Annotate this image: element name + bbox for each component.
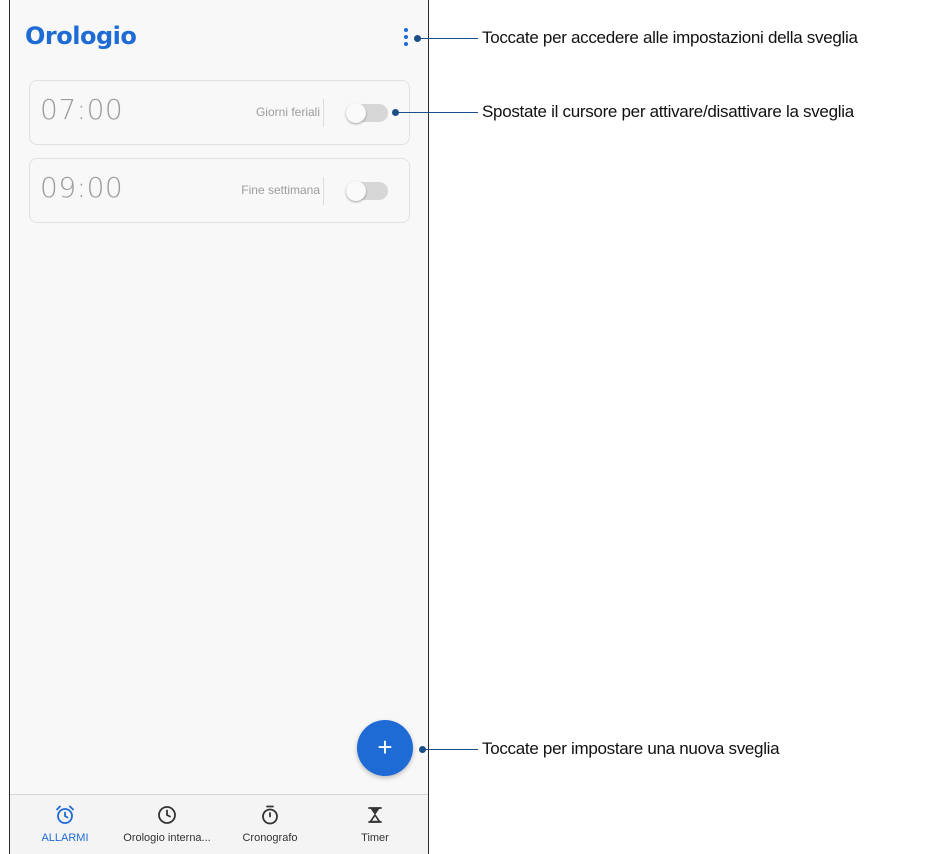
callout-new-alarm-text: Toccate per impostare una nuova sveglia: [482, 739, 780, 758]
alarm-toggle[interactable]: [346, 103, 388, 123]
callout-settings-text: Toccate per accedere alle impostazioni d…: [482, 28, 858, 47]
alarm-card[interactable]: 09:00 Fine settimana: [29, 158, 410, 223]
tab-stopwatch[interactable]: Cronografo: [220, 795, 320, 853]
toggle-thumb: [346, 103, 366, 123]
alarm-time: 09:00: [40, 171, 124, 204]
alarm-divider: [323, 99, 324, 127]
callout-line: [418, 38, 478, 39]
app-title: Orologio: [25, 22, 137, 50]
alarm-time: 07:00: [40, 93, 124, 126]
hourglass-icon: [363, 803, 387, 827]
bottom-navigation: ALLARMI Orologio interna... Cronografo T…: [10, 794, 428, 854]
tab-world-clock[interactable]: Orologio interna...: [117, 795, 217, 853]
tab-alarms[interactable]: ALLARMI: [15, 795, 115, 853]
alarm-card[interactable]: 07:00 Giorni feriali: [29, 80, 410, 145]
tab-timer[interactable]: Timer: [325, 795, 425, 853]
callout-line: [423, 749, 478, 750]
tab-label: Cronografo: [242, 832, 298, 844]
callout-toggle-text: Spostate il cursore per attivare/disatti…: [482, 102, 854, 121]
stopwatch-icon: [258, 803, 282, 827]
tab-label: Orologio interna...: [123, 832, 211, 844]
alarm-toggle[interactable]: [346, 181, 388, 201]
add-alarm-button[interactable]: +: [357, 720, 413, 776]
alarm-repeat-days: Fine settimana: [241, 183, 320, 197]
callout-line: [396, 112, 478, 113]
alarm-repeat-days: Giorni feriali: [255, 105, 320, 119]
tab-label: ALLARMI: [41, 832, 89, 844]
alarm-clock-icon: [53, 803, 77, 827]
clock-icon: [155, 803, 179, 827]
add-icon: +: [377, 732, 393, 762]
tab-label: Timer: [361, 832, 389, 844]
phone-screen: Orologio 07:00 Giorni feriali 09:00 Fine…: [9, 0, 429, 854]
alarm-divider: [323, 177, 324, 205]
toggle-thumb: [346, 181, 366, 201]
